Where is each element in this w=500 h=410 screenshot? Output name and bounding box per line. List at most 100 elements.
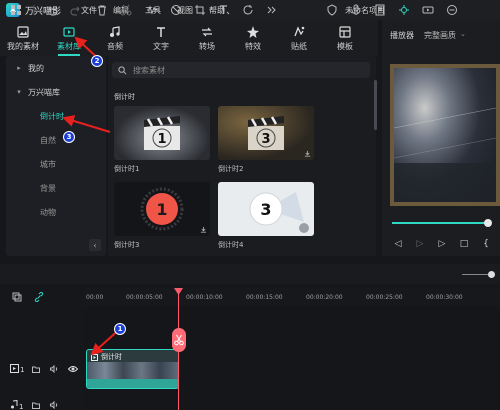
timeline-toolbar	[0, 264, 500, 284]
effects-icon	[247, 25, 259, 38]
volume-icon[interactable]	[50, 365, 59, 373]
link-icon[interactable]	[34, 292, 44, 302]
section-title: 倒计时	[114, 93, 135, 101]
rotate-icon[interactable]	[242, 4, 254, 16]
playback-progress-bar[interactable]	[392, 222, 488, 224]
ruler-label: 00:00:20:00	[306, 294, 343, 301]
countdown-number: 1	[156, 200, 167, 219]
stop-button[interactable]: □	[458, 238, 470, 250]
tab-audio[interactable]: 音频	[92, 20, 138, 56]
ruler-label: 00:00	[86, 294, 104, 301]
sidebar-item-animals[interactable]: 动物	[6, 202, 106, 222]
search-box	[112, 62, 370, 78]
text-icon	[157, 26, 165, 37]
more-controls-button[interactable]: {	[480, 238, 492, 250]
video-frame	[394, 68, 496, 202]
ruler-label: 00:00:05:00	[126, 294, 163, 301]
folder-icon[interactable]	[32, 365, 40, 373]
folder-icon[interactable]	[32, 401, 40, 409]
clip-audio-waveform	[87, 379, 178, 388]
video-clip[interactable]: 倒计时	[86, 349, 179, 389]
transition-icon	[202, 27, 212, 36]
tab-stock-library[interactable]: 素材库	[46, 20, 92, 56]
text-tool-icon[interactable]	[218, 4, 230, 16]
preview-header: 播放器 完整画质 ⌄	[390, 30, 466, 41]
sidebar-item-city[interactable]: 城市	[6, 154, 106, 174]
card-label: 倒计时4	[218, 241, 244, 249]
countdown-card-2[interactable]: 3	[218, 106, 314, 160]
countdown-card-3[interactable]: 1	[114, 182, 210, 236]
countdown-circle-thumbnail: 3	[249, 192, 309, 233]
music-note-icon	[110, 25, 120, 37]
card-label: 倒计时2	[218, 165, 244, 173]
play-button[interactable]: ▷	[436, 238, 448, 250]
clapperboard-thumbnail: 1	[144, 116, 180, 150]
tab-text[interactable]: 文字	[138, 20, 184, 56]
quality-select[interactable]: 完整画质	[424, 30, 456, 41]
countdown-card-1[interactable]: 1	[114, 106, 210, 160]
split-at-playhead-button[interactable]	[172, 328, 186, 352]
card-label: 倒计时1	[114, 165, 140, 173]
tab-stickers[interactable]: 贴纸	[276, 20, 322, 56]
clip-name: 倒计时	[101, 353, 122, 361]
sidebar-item-countdown[interactable]: 倒计时	[6, 106, 106, 126]
svg-text:1: 1	[20, 366, 24, 374]
tab-transitions[interactable]: 转场	[184, 20, 230, 56]
library-sidebar: ▸ 我的 ▾ 万兴喵库 倒计时 自然 城市 背景 动物 ‹	[6, 56, 106, 256]
menu-file[interactable]: 文件	[81, 5, 97, 16]
zoom-slider-handle[interactable]	[488, 271, 495, 278]
previous-frame-button[interactable]: ◁	[392, 238, 404, 250]
more-tools-icon[interactable]	[266, 4, 278, 16]
sidebar-item-label: 我的	[28, 63, 44, 73]
grid-icon[interactable]	[10, 4, 22, 16]
microphone-icon[interactable]	[350, 4, 362, 16]
eye-icon[interactable]	[68, 365, 78, 373]
tab-label: 模板	[337, 41, 353, 51]
snap-icon[interactable]	[398, 4, 410, 16]
tab-templates[interactable]: 模板	[322, 20, 368, 56]
countdown-number: 3	[261, 132, 270, 147]
countdown-number: 1	[157, 132, 166, 147]
add-track-icon[interactable]	[12, 292, 22, 302]
tab-label: 素材库	[57, 41, 81, 51]
video-player[interactable]	[390, 64, 500, 206]
playback-progress-handle[interactable]	[484, 219, 492, 227]
svg-text:1: 1	[19, 403, 23, 410]
tab-label: 我的素材	[7, 41, 39, 51]
preview-panel: 播放器 完整画质 ⌄ ◁ ▷ ▷ □ {	[382, 20, 500, 256]
sidebar-item-nature[interactable]: 自然	[6, 130, 106, 150]
zoom-out-icon[interactable]	[446, 4, 458, 16]
sidebar-item-wondershare-library[interactable]: ▾ 万兴喵库	[6, 82, 106, 102]
countdown-card-4[interactable]: 3	[218, 182, 314, 236]
download-icon[interactable]	[200, 226, 207, 233]
countdown-circle-thumbnail: 1	[140, 187, 184, 231]
delete-icon[interactable]	[96, 4, 108, 16]
library-scrollbar[interactable]	[374, 80, 377, 130]
step-badge-3: 3	[63, 131, 75, 143]
play-icon	[91, 353, 98, 361]
redo-icon[interactable]	[70, 4, 82, 16]
audio-split-icon[interactable]	[146, 4, 158, 16]
collapse-sidebar-button[interactable]: ‹	[89, 239, 101, 251]
tab-effects[interactable]: 特效	[230, 20, 276, 56]
sidebar-item-label: 万兴喵库	[28, 87, 60, 97]
no-entry-icon[interactable]	[170, 4, 182, 16]
crop-icon[interactable]	[194, 4, 206, 16]
search-input[interactable]	[133, 65, 333, 75]
player-label: 播放器	[390, 31, 414, 40]
volume-icon[interactable]	[50, 401, 59, 409]
ruler-label: 00:00:10:00	[186, 294, 223, 301]
tab-my-media[interactable]: 我的素材	[0, 20, 46, 56]
download-icon[interactable]	[304, 150, 311, 157]
card-label: 倒计时3	[114, 241, 140, 249]
undo-icon[interactable]	[46, 4, 58, 16]
divider-icon	[33, 5, 35, 15]
sidebar-item-label: 倒计时	[40, 111, 64, 121]
scissors-icon[interactable]	[120, 4, 132, 16]
scissors-icon	[174, 334, 184, 346]
play-reverse-button[interactable]: ▷	[414, 238, 426, 250]
sidebar-item-background[interactable]: 背景	[6, 178, 106, 198]
shield-icon[interactable]	[326, 4, 338, 16]
render-preview-icon[interactable]	[422, 4, 434, 16]
note-icon[interactable]	[374, 4, 386, 16]
